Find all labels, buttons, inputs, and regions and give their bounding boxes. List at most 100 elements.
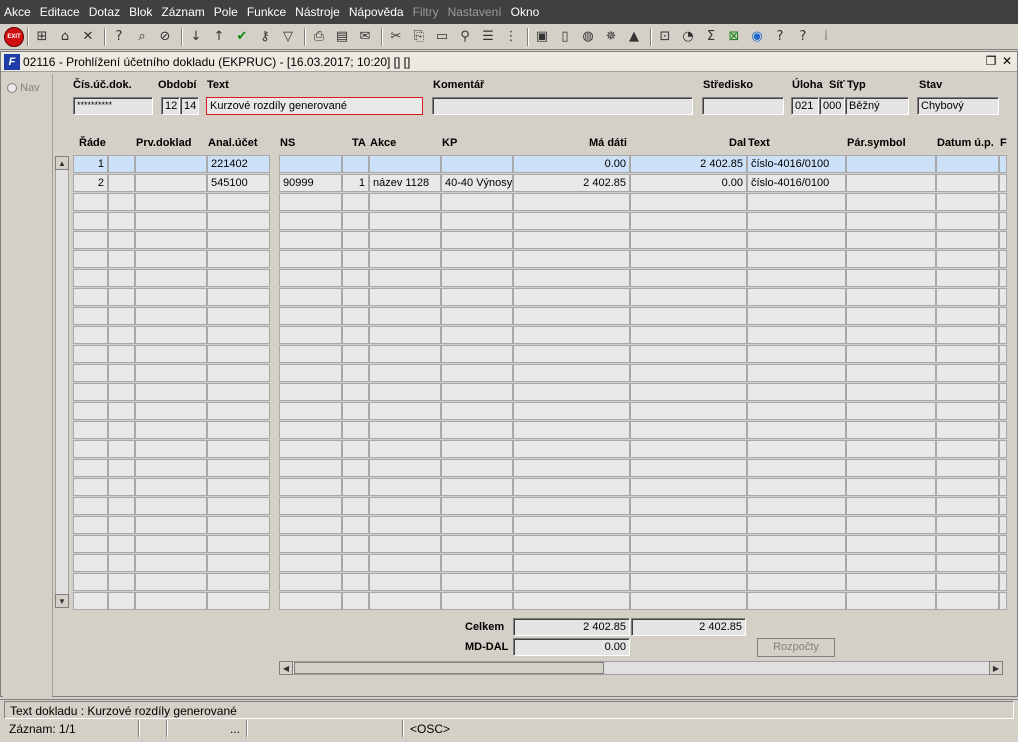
cell-rade[interactable]: [73, 478, 108, 496]
cell-rade[interactable]: [73, 269, 108, 287]
cell-ns[interactable]: [279, 535, 342, 553]
cell-ns[interactable]: [279, 592, 342, 610]
cell-ta[interactable]: [342, 497, 369, 515]
cell-prv[interactable]: [135, 554, 207, 572]
cell-ta[interactable]: [342, 383, 369, 401]
cell-ma[interactable]: [513, 307, 630, 325]
cell-extra[interactable]: [999, 459, 1007, 477]
tree-icon[interactable]: ⋮: [501, 27, 521, 47]
cell-anal[interactable]: [207, 212, 270, 230]
cell-ns[interactable]: [279, 478, 342, 496]
cell-par[interactable]: [846, 364, 936, 382]
cell-extra[interactable]: [999, 307, 1007, 325]
cell-par[interactable]: [846, 516, 936, 534]
menu-zaznam[interactable]: Záznam: [161, 5, 204, 19]
cell-anal[interactable]: [207, 516, 270, 534]
cell-akce[interactable]: [369, 592, 441, 610]
cell-dal[interactable]: [630, 326, 747, 344]
cell-prv[interactable]: [135, 174, 207, 192]
cell-par[interactable]: [846, 592, 936, 610]
cell-ns[interactable]: [279, 440, 342, 458]
cell-text[interactable]: [747, 364, 846, 382]
cell-text[interactable]: [747, 421, 846, 439]
cell-rade[interactable]: 1: [73, 155, 108, 173]
cell-ns[interactable]: [279, 345, 342, 363]
cell-extra[interactable]: [999, 478, 1007, 496]
cell-akce[interactable]: [369, 516, 441, 534]
cell-ma[interactable]: [513, 250, 630, 268]
cell-dal[interactable]: [630, 269, 747, 287]
cell-ns[interactable]: [279, 193, 342, 211]
query-cancel-icon[interactable]: ⊘: [155, 27, 175, 47]
cell-text[interactable]: [747, 592, 846, 610]
cell-ma[interactable]: [513, 478, 630, 496]
cell-prv[interactable]: [135, 459, 207, 477]
cell-kp[interactable]: [441, 193, 513, 211]
cell-akce[interactable]: [369, 288, 441, 306]
cell-dal[interactable]: [630, 516, 747, 534]
cell-kp[interactable]: [441, 250, 513, 268]
cell-ta[interactable]: [342, 554, 369, 572]
menu-pole[interactable]: Pole: [214, 5, 238, 19]
cell-ta[interactable]: [342, 326, 369, 344]
cell-datum[interactable]: [936, 592, 999, 610]
cell-prv_a[interactable]: [108, 288, 135, 306]
obdobi-year-field[interactable]: 14: [180, 97, 199, 115]
cell-par[interactable]: [846, 231, 936, 249]
cell-extra[interactable]: [999, 269, 1007, 287]
cell-datum[interactable]: [936, 231, 999, 249]
cell-dal[interactable]: [630, 573, 747, 591]
cell-extra[interactable]: [999, 573, 1007, 591]
scroll-up-icon[interactable]: ▲: [55, 156, 69, 170]
sigma-icon[interactable]: Σ: [701, 27, 721, 47]
cell-anal[interactable]: [207, 383, 270, 401]
cell-anal[interactable]: [207, 345, 270, 363]
cell-anal[interactable]: [207, 592, 270, 610]
cell-anal[interactable]: [207, 421, 270, 439]
cell-rade[interactable]: [73, 592, 108, 610]
cell-dal[interactable]: [630, 421, 747, 439]
cell-anal[interactable]: [207, 250, 270, 268]
cell-rade[interactable]: [73, 288, 108, 306]
cell-anal[interactable]: [207, 402, 270, 420]
cell-dal[interactable]: [630, 535, 747, 553]
cell-text[interactable]: číslo-4016/0100: [747, 155, 846, 173]
cell-prv[interactable]: [135, 231, 207, 249]
cell-ns[interactable]: [279, 364, 342, 382]
cell-akce[interactable]: [369, 383, 441, 401]
cell-ma[interactable]: [513, 516, 630, 534]
cell-akce[interactable]: [369, 573, 441, 591]
cell-kp[interactable]: [441, 307, 513, 325]
cell-text[interactable]: [747, 440, 846, 458]
cell-ma[interactable]: [513, 345, 630, 363]
cell-anal[interactable]: [207, 497, 270, 515]
cell-anal[interactable]: [207, 364, 270, 382]
cell-prv_a[interactable]: [108, 459, 135, 477]
cell-akce[interactable]: [369, 307, 441, 325]
find-icon[interactable]: ⚲: [455, 27, 475, 47]
cell-prv_a[interactable]: [108, 440, 135, 458]
cell-prv[interactable]: [135, 383, 207, 401]
cell-extra[interactable]: [999, 592, 1007, 610]
cell-prv_a[interactable]: [108, 554, 135, 572]
cell-anal[interactable]: 545100: [207, 174, 270, 192]
cell-extra[interactable]: [999, 250, 1007, 268]
cell-kp[interactable]: [441, 383, 513, 401]
menu-nastroje[interactable]: Nástroje: [295, 5, 340, 19]
cell-extra[interactable]: [999, 402, 1007, 420]
key-icon[interactable]: ⚷: [255, 27, 275, 47]
cell-datum[interactable]: [936, 497, 999, 515]
cell-par[interactable]: [846, 383, 936, 401]
cell-prv_a[interactable]: [108, 364, 135, 382]
cell-par[interactable]: [846, 269, 936, 287]
cell-par[interactable]: [846, 440, 936, 458]
cell-extra[interactable]: [999, 383, 1007, 401]
cell-datum[interactable]: [936, 288, 999, 306]
cell-extra[interactable]: [999, 364, 1007, 382]
cell-text[interactable]: číslo-4016/0100: [747, 174, 846, 192]
cell-prv[interactable]: [135, 307, 207, 325]
typ-field[interactable]: Běžný: [845, 97, 909, 115]
delete-record-icon[interactable]: ✕: [78, 27, 98, 47]
cell-prv_a[interactable]: [108, 478, 135, 496]
cell-datum[interactable]: [936, 535, 999, 553]
